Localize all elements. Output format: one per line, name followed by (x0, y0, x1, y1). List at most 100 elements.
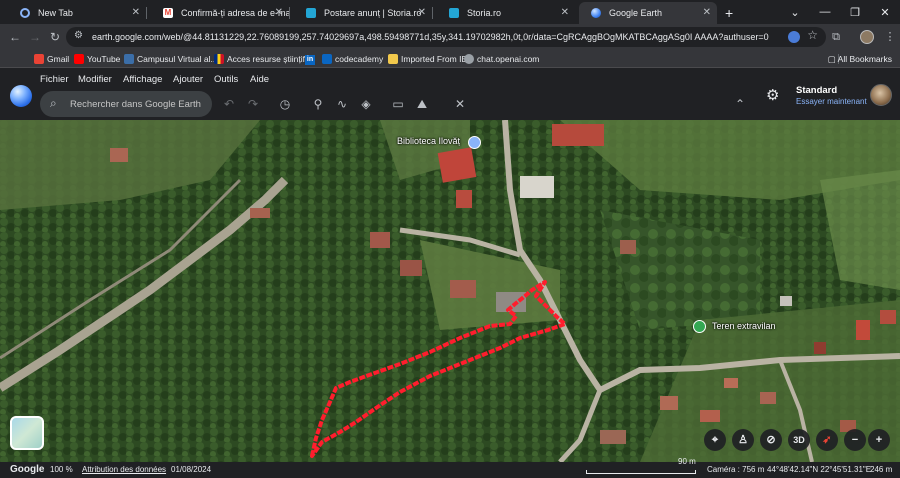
google-earth-icon (591, 8, 601, 18)
bookmark-campus[interactable]: Campusul Virtual al... (124, 50, 218, 68)
coordinates: 44°48'42.14"N 22°45'51.31"E (767, 465, 872, 474)
toggle-3d-button[interactable]: 3D (788, 429, 810, 451)
tab-gmail[interactable]: M Confirmă-ți adresa de e-mail - ✕ (151, 2, 289, 24)
close-tab-icon[interactable]: ✕ (418, 2, 426, 24)
close-tab-icon[interactable]: ✕ (275, 2, 283, 24)
measure-icon[interactable]: ✕ (451, 95, 469, 113)
folder-icon (388, 54, 398, 64)
flag-icon (214, 54, 224, 64)
google-brand: Google (10, 464, 45, 475)
library-icon[interactable] (468, 136, 481, 149)
bookmark-chatgpt[interactable]: chat.openai.com (464, 50, 539, 68)
place-label-teren[interactable]: Teren extravilan (712, 321, 776, 331)
minimize-icon[interactable]: — (810, 6, 840, 18)
tab-title: Google Earth (609, 8, 663, 18)
bookmark-acces[interactable]: Acces resurse științif... (214, 50, 312, 68)
undo-icon[interactable]: ↶ (220, 95, 238, 113)
bookmark-label: YouTube (87, 54, 121, 64)
reload-icon[interactable]: ↻ (46, 28, 64, 46)
youtube-icon (74, 54, 84, 64)
settings-gear-icon[interactable]: ⚙ (766, 86, 779, 104)
forward-icon[interactable]: → (26, 28, 44, 46)
extension-icon[interactable] (788, 31, 800, 43)
menu-outils[interactable]: Outils (214, 74, 238, 85)
account-avatar[interactable] (870, 84, 892, 106)
menu-ajouter[interactable]: Ajouter (173, 74, 203, 85)
tab-title: Storia.ro (467, 8, 502, 18)
collapse-icon[interactable]: ⌃ (731, 95, 749, 113)
data-attribution-link[interactable]: Attribution des données (82, 462, 166, 478)
zoom-out-button[interactable]: − (844, 429, 866, 451)
place-label-biblioteca[interactable]: Biblioteca Ilovăț (397, 136, 460, 146)
all-bookmarks[interactable]: ▢ All Bookmarks (828, 50, 892, 68)
layers-icon[interactable]: ◈ (357, 95, 375, 113)
land-pin-icon[interactable] (693, 320, 706, 333)
tab-storia-post[interactable]: Postare anunț | Storia.ro ✕ (294, 2, 432, 24)
map-imagery (0, 120, 900, 462)
satellite-map[interactable]: Biblioteca Ilovăț Teren extravilan ⌖ ♙ ⊘… (0, 120, 900, 462)
all-bookmarks-label: All Bookmarks (837, 54, 892, 64)
bookmark-star-icon[interactable]: ☆ (807, 28, 818, 42)
locate-icon[interactable]: ⌖ (704, 429, 726, 451)
pegman-icon[interactable]: ♙ (732, 429, 754, 451)
storia-icon (449, 8, 459, 18)
imagery-date: 01/08/2024 (171, 465, 212, 474)
bookmark-gmail[interactable]: Gmail (34, 50, 69, 68)
storia-icon (306, 8, 316, 18)
tab-title: Confirmă-ți adresa de e-mail - (181, 8, 289, 18)
bookmark-codecademy[interactable]: codecademy (322, 50, 383, 68)
history-icon[interactable]: ◷ (276, 95, 294, 113)
tab-storia[interactable]: Storia.ro ✕ (437, 2, 575, 24)
map-layer-toggle[interactable] (10, 416, 44, 450)
search-input[interactable] (70, 95, 208, 113)
google-earth-logo[interactable] (10, 85, 32, 107)
close-tab-icon[interactable]: ✕ (132, 2, 140, 24)
redo-icon[interactable]: ↷ (244, 95, 262, 113)
gmail-icon: M (163, 8, 173, 18)
back-icon[interactable]: ← (6, 28, 24, 46)
tab-divider (432, 7, 433, 19)
window-controls: ⌄ — ❐ ✕ (780, 0, 900, 24)
menu-modifier[interactable]: Modifier (78, 74, 112, 85)
address-row: ← → ↻ ⚙ earth.google.com/web/@44.8113122… (0, 24, 900, 50)
chrome-menu-icon[interactable]: ⋮ (882, 28, 898, 46)
tab-divider (289, 7, 290, 19)
menu-aide[interactable]: Aide (250, 74, 269, 85)
map-style-label[interactable]: Standard (796, 85, 837, 96)
compass-icon[interactable]: ➶ (816, 429, 838, 451)
bookmark-youtube[interactable]: YouTube (74, 50, 120, 68)
menu-affichage[interactable]: Affichage (123, 74, 162, 85)
try-now-link[interactable]: Essayer maintenant (796, 97, 867, 106)
address-bar[interactable]: ⚙ earth.google.com/web/@44.81131229,22.7… (66, 27, 826, 47)
zoom-in-button[interactable]: + (868, 429, 890, 451)
bookmark-linkedin[interactable]: in (305, 50, 315, 68)
tab-search-icon[interactable]: ⌄ (780, 6, 810, 19)
close-tab-icon[interactable]: ✕ (703, 2, 711, 24)
placemark-icon[interactable]: ⚲ (309, 95, 327, 113)
zoom-level[interactable]: 100 % (50, 462, 73, 478)
camera-altitude: Caméra : 756 m (707, 465, 765, 474)
bookmark-imported[interactable]: Imported From IE (388, 50, 467, 68)
tab-google-earth[interactable]: Google Earth ✕ (579, 2, 717, 24)
ruler-icon[interactable]: ▭ (389, 95, 407, 113)
close-window-icon[interactable]: ✕ (870, 6, 900, 19)
tab-title: Postare anunț | Storia.ro (324, 8, 422, 18)
tab-title: New Tab (38, 8, 73, 18)
restore-icon[interactable]: ❐ (840, 6, 870, 19)
site-info-icon[interactable]: ⚙ (74, 30, 83, 41)
profile-avatar[interactable] (860, 30, 874, 44)
elevation: 246 m (870, 465, 893, 474)
extensions-icon[interactable]: ⧉ (828, 28, 844, 46)
search-box[interactable]: ⌕ (40, 91, 212, 117)
tab-new-tab[interactable]: New Tab ✕ (8, 2, 146, 24)
image-overlay-icon[interactable]: ⛰ (413, 95, 431, 113)
menu-fichier[interactable]: Fichier (40, 74, 69, 85)
scale-label: 90 m (678, 457, 696, 466)
url-text[interactable]: earth.google.com/web/@44.81131229,22.760… (92, 27, 769, 47)
path-icon[interactable]: ∿ (333, 95, 351, 113)
tilt-icon[interactable]: ⊘ (760, 429, 782, 451)
bookmark-label: Acces resurse științif... (227, 54, 313, 64)
bookmark-label: Imported From IE (401, 54, 468, 64)
new-tab-button[interactable]: + (725, 2, 733, 24)
close-tab-icon[interactable]: ✕ (561, 2, 569, 24)
